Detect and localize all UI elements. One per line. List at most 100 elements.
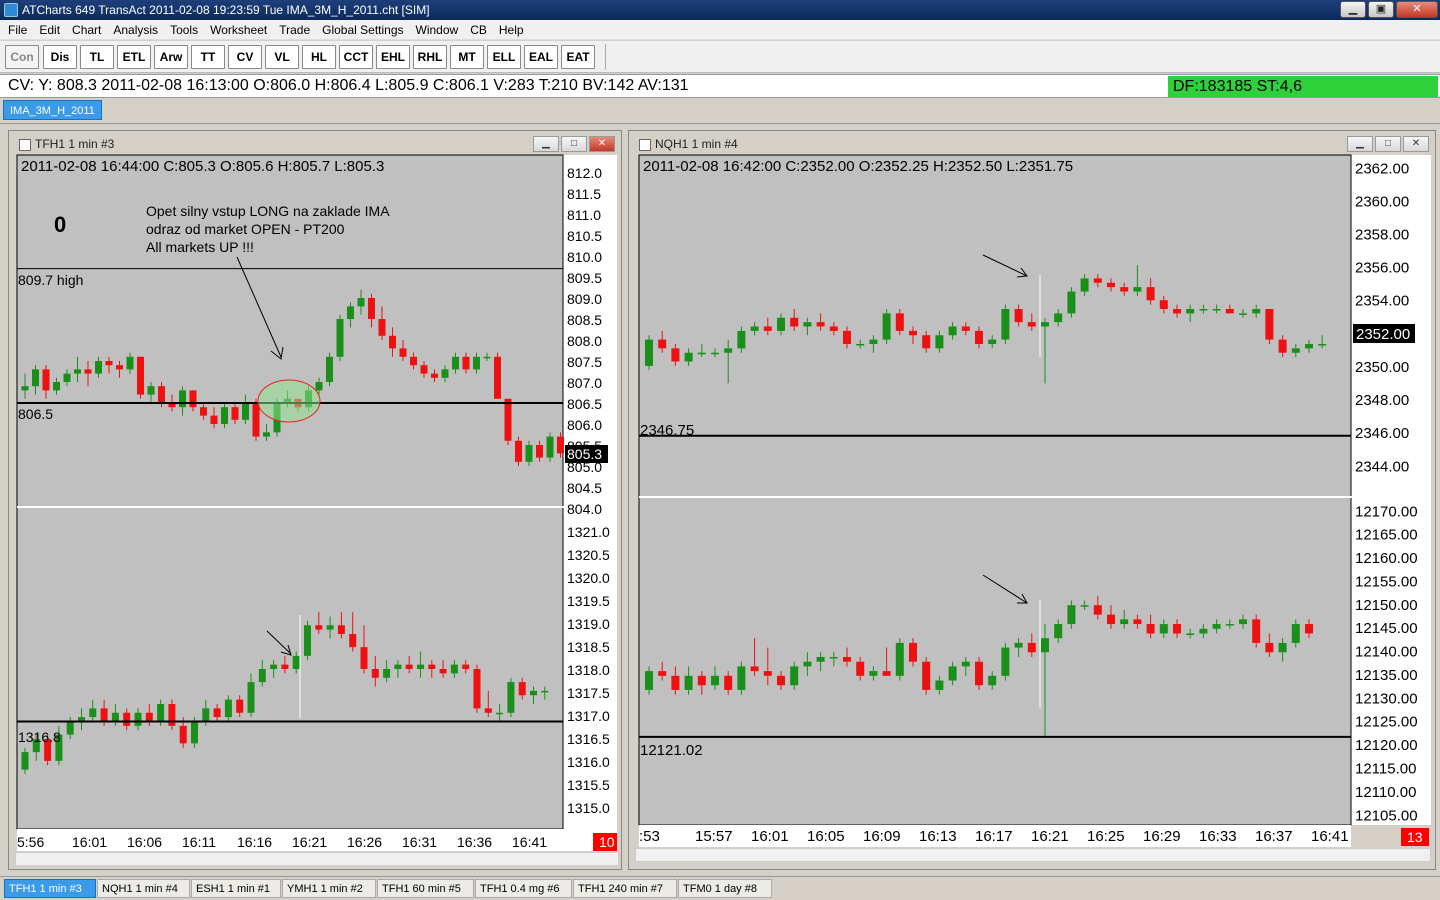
toolbar-dis-button[interactable]: Dis <box>43 45 77 69</box>
toolbar-arw-button[interactable]: Arw <box>154 45 188 69</box>
candle-body <box>829 326 838 331</box>
tab-tfh1-1min[interactable]: TFH1 1 min #3 <box>4 879 96 898</box>
candle-body <box>410 356 417 366</box>
candle-body <box>74 369 81 374</box>
candle-body <box>922 335 931 349</box>
candle-body <box>1093 605 1102 615</box>
toolbar-vl-button[interactable]: VL <box>265 45 299 69</box>
candle-body <box>441 369 449 378</box>
price-tick-label: 12135.00 <box>1355 667 1418 684</box>
menu-edit[interactable]: Edit <box>33 21 66 39</box>
page-tab-ima[interactable]: IMA_3M_H_2011 <box>3 100 102 120</box>
toolbar-cct-button[interactable]: CCT <box>339 45 373 69</box>
candle-body <box>189 390 197 408</box>
candle-body <box>1239 313 1247 315</box>
menu-global-settings[interactable]: Global Settings <box>316 21 409 39</box>
menu-chart[interactable]: Chart <box>66 21 107 39</box>
minimize-button[interactable]: ▁ <box>1340 1 1366 18</box>
candle-body <box>671 675 680 690</box>
close-button[interactable]: ✕ <box>1396 1 1438 18</box>
tab-nqh1-1min[interactable]: NQH1 1 min #4 <box>97 879 190 898</box>
tfh1-bar-info: 2011-02-08 16:44:00 C:805.3 O:805.6 H:80… <box>21 158 384 175</box>
menu-worksheet[interactable]: Worksheet <box>204 21 273 39</box>
tab-tfm0-1day[interactable]: TFM0 1 day #8 <box>678 879 772 898</box>
tab-tfh1-60min[interactable]: TFH1 60 min #5 <box>377 879 474 898</box>
candle-body <box>292 655 300 669</box>
candle-body <box>975 661 983 686</box>
candle-body <box>1041 322 1049 327</box>
candle-body <box>869 339 878 344</box>
toolbar-ehl-button[interactable]: EHL <box>376 45 410 69</box>
candle-body <box>1001 309 1010 340</box>
time-tick-label: 16:36 <box>457 834 492 850</box>
toolbar-tt-button[interactable]: TT <box>191 45 225 69</box>
chart-annotation-text: odraz od market OPEN - PT200 <box>146 221 345 237</box>
nqh1-horizontal-scrollbar[interactable] <box>635 848 1431 862</box>
toolbar-eat-button[interactable]: EAT <box>561 45 595 69</box>
candle-body <box>428 664 436 669</box>
candle-body <box>790 666 799 686</box>
candle-body <box>236 699 244 713</box>
candle-body <box>1252 619 1261 643</box>
price-tick-label: 1319.5 <box>567 593 610 609</box>
candle-body <box>869 671 878 676</box>
tab-ymh1-1min[interactable]: YMH1 1 min #2 <box>282 879 376 898</box>
time-tick-label: 16:06 <box>127 834 162 850</box>
toolbar-etl-button[interactable]: ETL <box>117 45 151 69</box>
toolbar-hl-button[interactable]: HL <box>302 45 336 69</box>
candle-body <box>737 666 746 690</box>
price-tick-label: 809.5 <box>567 270 602 286</box>
price-tick-label: 810.5 <box>567 228 602 244</box>
time-tick-label: 16:21 <box>1031 828 1069 845</box>
tfh1-chart-canvas[interactable]: 2011-02-08 16:44:00 C:805.3 O:805.6 H:80… <box>9 131 623 871</box>
candle-body <box>347 306 354 319</box>
toolbar-tl-button[interactable]: TL <box>80 45 114 69</box>
candle-body <box>473 356 480 370</box>
toolbar-cv-button[interactable]: CV <box>228 45 262 69</box>
tab-esh1-1min[interactable]: ESH1 1 min #1 <box>191 879 281 898</box>
current-price-label: 2352.00 <box>1356 326 1410 343</box>
candle-body <box>147 386 155 395</box>
candle-body <box>168 704 176 726</box>
menu-window[interactable]: Window <box>410 21 465 39</box>
time-tick-label: 16:41 <box>512 834 547 850</box>
candle-body <box>935 680 944 690</box>
time-tick-label: 16:41 <box>1311 828 1349 845</box>
tab-tfh1-04mg[interactable]: TFH1 0.4 mg #6 <box>475 879 572 898</box>
candle-body <box>1014 642 1023 648</box>
candle-body <box>483 356 491 359</box>
candle-body <box>394 664 402 669</box>
toolbar-ell-button[interactable]: ELL <box>487 45 521 69</box>
maximize-button[interactable]: ▣ <box>1368 1 1394 18</box>
candle-body <box>452 356 459 370</box>
candle-body <box>21 752 29 770</box>
candle-body <box>200 407 207 416</box>
bottom-line-label: 1316.8 <box>18 729 61 745</box>
menu-tools[interactable]: Tools <box>164 21 204 39</box>
bar-count-label: 13 <box>1407 829 1423 845</box>
candle-body <box>1054 313 1063 323</box>
entry-highlight-ellipse <box>257 379 321 423</box>
candle-body <box>281 664 289 669</box>
menu-analysis[interactable]: Analysis <box>107 21 164 39</box>
menu-file[interactable]: File <box>2 21 33 39</box>
nqh1-chart-canvas[interactable]: 2011-02-08 16:42:00 C:2352.00 O:2352.25 … <box>629 131 1437 871</box>
candle-body <box>1067 291 1076 314</box>
price-tick-label: 2348.00 <box>1355 392 1409 409</box>
time-tick-label: 16:13 <box>919 828 957 845</box>
menu-cb[interactable]: CB <box>464 21 493 39</box>
candle-body <box>336 319 344 357</box>
chart-annotation-text: Opet silny vstup LONG na zaklade IMA <box>146 203 390 219</box>
toolbar-mt-button[interactable]: MT <box>450 45 484 69</box>
toolbar-con-button[interactable]: Con <box>5 45 39 69</box>
candle-body <box>530 690 537 696</box>
price-tick-label: 1315.5 <box>567 777 610 793</box>
tfh1-horizontal-scrollbar[interactable] <box>15 852 619 866</box>
toolbar-eal-button[interactable]: EAL <box>524 45 558 69</box>
menu-help[interactable]: Help <box>493 21 530 39</box>
candle-body <box>1199 628 1208 634</box>
menu-trade[interactable]: Trade <box>273 21 316 39</box>
candle-body <box>711 675 719 686</box>
tab-tfh1-240min[interactable]: TFH1 240 min #7 <box>573 879 677 898</box>
toolbar-rhl-button[interactable]: RHL <box>413 45 447 69</box>
